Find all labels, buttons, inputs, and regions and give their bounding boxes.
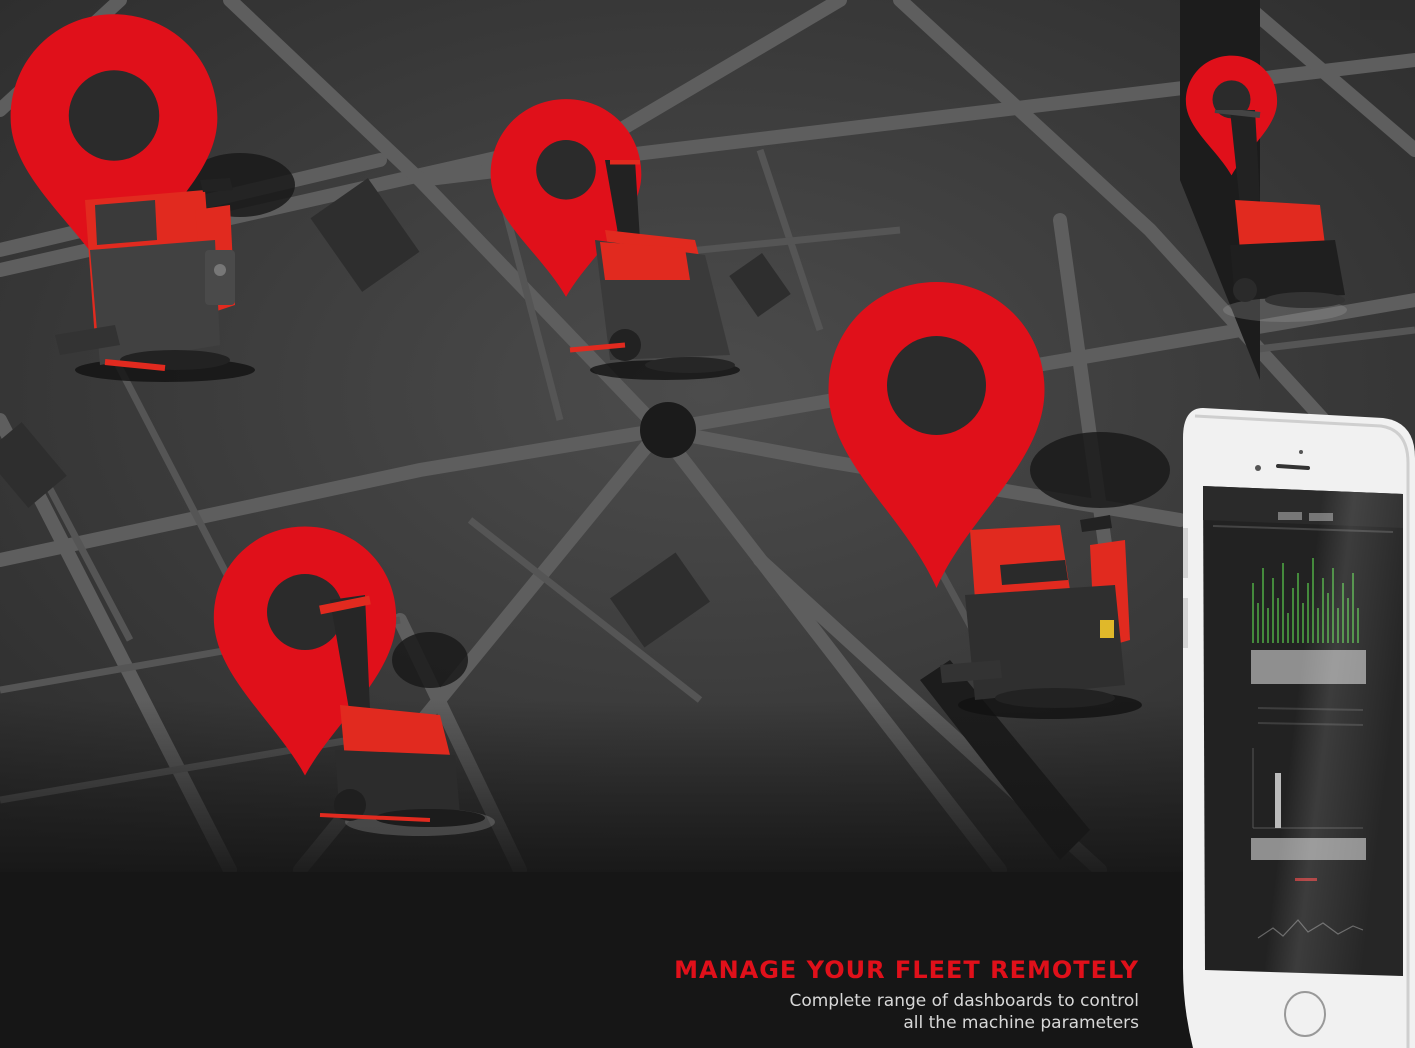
floor-scrubber-machine [1214, 110, 1347, 322]
smartphone-dashboard [1183, 408, 1415, 1048]
hero-banner: MANAGE YOUR FLEET REMOTELY Complete rang… [0, 0, 1415, 1048]
floor-scrubber-machine [319, 595, 495, 836]
floor-scrubber-machine [940, 515, 1142, 719]
tagline-description: Complete range of dashboards to control … [789, 990, 1139, 1034]
floor-scrubber-machine [55, 178, 255, 382]
floor-scrubber-machine [569, 160, 740, 380]
tagline-headline: MANAGE YOUR FLEET REMOTELY [674, 956, 1139, 984]
tagline-description-line-2: all the machine parameters [903, 1013, 1139, 1033]
tagline-description-line-1: Complete range of dashboards to control [789, 991, 1139, 1011]
